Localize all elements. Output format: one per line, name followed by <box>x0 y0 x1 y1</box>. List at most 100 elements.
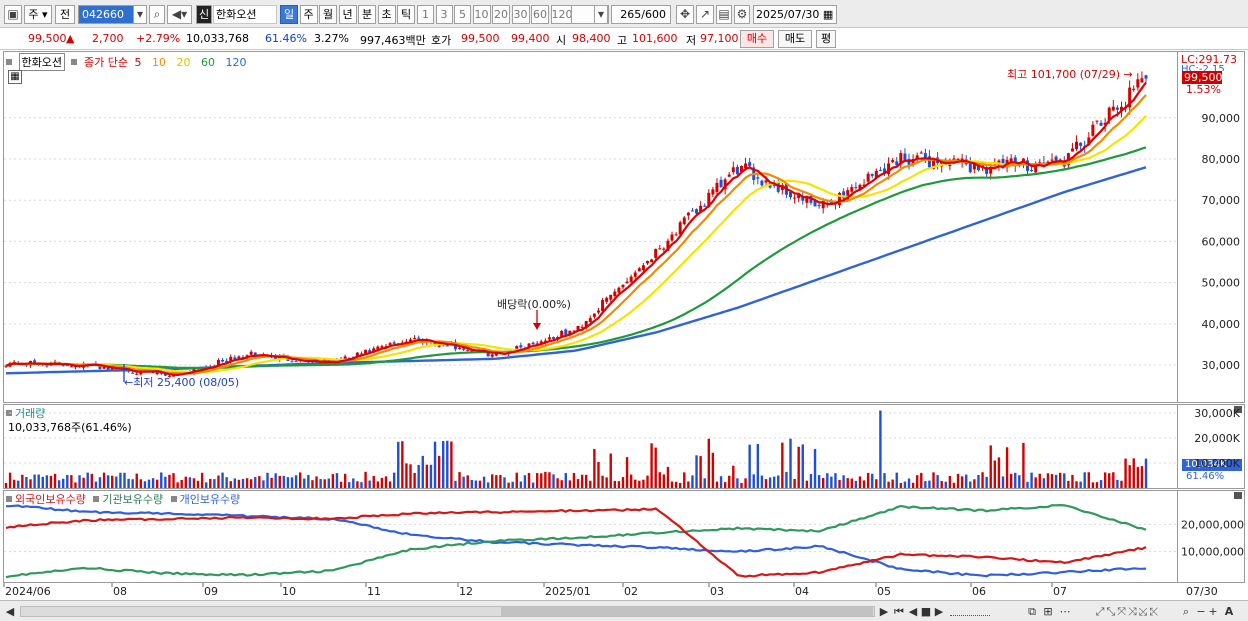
gear-icon[interactable]: ⚙ <box>734 5 750 24</box>
prev-button[interactable]: 전 <box>55 5 75 24</box>
volume-bar <box>748 444 751 488</box>
multiplier-tab[interactable]: 5 <box>454 5 471 24</box>
period-tab[interactable]: 틱 <box>397 5 415 24</box>
multiplier-tab[interactable]: 20 <box>492 5 510 24</box>
volume-bar <box>12 479 16 488</box>
save-icon[interactable]: ▤ <box>716 5 732 24</box>
arrange-icon[interactable]: ⋯ <box>1058 604 1072 619</box>
multiplier-tab[interactable]: 3 <box>435 5 453 24</box>
volume-bar <box>1018 475 1021 488</box>
compare-icon[interactable]: ⊞ <box>1041 604 1055 619</box>
volume-bar <box>658 472 661 488</box>
tool-icon[interactable]: ✥ <box>676 5 694 24</box>
zoom-out-icon[interactable]: − <box>1196 604 1206 619</box>
price-chart[interactable]: 30,000 40,000 50,000 60,000 70,000 80,000 90,0… <box>4 52 1244 402</box>
candle-body <box>1091 124 1095 136</box>
volume-bar <box>523 475 527 488</box>
horizontal-scrollbar[interactable] <box>20 606 875 617</box>
rewind-icon[interactable]: ⏮ <box>892 604 906 619</box>
multiplier-tab[interactable]: 30 <box>511 5 530 24</box>
up-arrow-icon: ▲ <box>66 32 75 45</box>
x-axis: 2024/06 08 09 10 11 12 2025/01 02 03 04 05 06 07 07/3… <box>3 583 1218 598</box>
volume-bar <box>764 479 768 488</box>
multiplier-tab[interactable]: 10 <box>472 5 491 24</box>
volume-bar <box>932 472 935 488</box>
low-arrow-icon: ← <box>124 376 134 389</box>
volume-bar <box>817 474 821 488</box>
sell-button[interactable]: 매도 <box>778 30 812 48</box>
volume-bar <box>650 443 653 488</box>
market-select[interactable]: 주 ▾ <box>24 5 52 24</box>
step-back-icon[interactable]: ◀ <box>907 604 919 619</box>
volume-bar <box>376 481 380 488</box>
volume-chart[interactable]: 10,000K 20,000K 30,000K <box>4 405 1244 489</box>
zoom-icon[interactable]: ⌕ <box>1180 604 1192 619</box>
stock-code-input[interactable]: 042660 <box>78 5 136 24</box>
multiplier-tab[interactable]: 60 <box>531 5 549 24</box>
volume-bar <box>1087 472 1090 488</box>
volume-bar <box>278 475 281 488</box>
volume-bar <box>826 473 829 488</box>
volume-bar <box>478 480 482 488</box>
candle-body <box>596 310 600 313</box>
volume-bar <box>560 480 563 488</box>
candle-body <box>519 345 523 348</box>
speaker-icon[interactable]: ◀▾ <box>167 5 192 24</box>
drawing-tools[interactable]: ⤢⤡⤧⤨⤩⤪ <box>1078 604 1178 619</box>
volume-bar <box>176 482 179 488</box>
candle-body <box>343 356 347 360</box>
volume-bar <box>266 472 269 488</box>
volume-bar <box>564 473 567 488</box>
volume-bar <box>981 472 984 488</box>
candle-body <box>290 361 294 363</box>
scroll-left-icon[interactable]: ◀ <box>3 604 17 619</box>
code-dropdown-icon[interactable]: ▾ <box>133 5 147 24</box>
period-tab[interactable]: 일 <box>280 5 298 24</box>
price-tick-label: 80,000 <box>1202 153 1241 166</box>
candle-body <box>458 348 462 350</box>
search-icon[interactable]: ⌕ <box>149 5 165 24</box>
volume-bar <box>625 457 629 488</box>
multiplier-tab[interactable]: 120 <box>550 5 572 24</box>
volume-bar <box>1120 480 1123 488</box>
period-tab[interactable]: 분 <box>358 5 376 24</box>
speed-slider[interactable] <box>950 607 990 616</box>
period-tab[interactable]: 초 <box>377 5 396 24</box>
multiplier-tab[interactable]: 1 <box>417 5 434 24</box>
period-tab[interactable]: 주 <box>299 5 318 24</box>
open-label: 시 <box>556 34 567 47</box>
volume-bar <box>993 460 997 488</box>
stop-icon[interactable]: ■ <box>920 604 932 619</box>
font-size-icon[interactable]: A <box>1222 604 1236 619</box>
calendar-icon[interactable]: ▦ <box>823 8 833 21</box>
date-input[interactable]: 2025/07/30 ▦ <box>753 5 837 24</box>
zoom-in-icon[interactable]: + <box>1208 604 1218 619</box>
layout-icon[interactable]: ⧉ <box>1025 604 1039 619</box>
volume-bar <box>249 479 253 488</box>
volume-bar <box>352 478 355 488</box>
count-input[interactable]: 265/600 <box>611 5 671 24</box>
volume-bar <box>977 474 980 488</box>
volume-bar <box>801 444 804 488</box>
buy-button[interactable]: 매수 <box>740 30 774 48</box>
play-icon[interactable]: ▶ <box>878 604 890 619</box>
period-tab[interactable]: 월 <box>319 5 337 24</box>
period-tab[interactable]: 년 <box>338 5 357 24</box>
sin-badge[interactable]: 신 <box>196 5 212 24</box>
eval-button[interactable]: 평 <box>816 30 836 48</box>
volume-bar <box>139 479 143 488</box>
step-forward-icon[interactable]: ▶ <box>933 604 945 619</box>
scrollbar-thumb[interactable] <box>501 607 873 616</box>
volume-bar <box>662 474 666 488</box>
custom-dropdown-icon[interactable]: ▾ <box>594 5 608 24</box>
volume-bar <box>1103 472 1107 488</box>
volume-bar <box>450 441 453 488</box>
holdings-chart[interactable]: 10,000,000 20,000,000 <box>4 491 1244 583</box>
volume-bar <box>294 475 298 488</box>
window-menu-icon[interactable]: ▣ <box>4 5 22 24</box>
high-price: 101,600 <box>632 32 678 45</box>
candle-body <box>1132 88 1136 90</box>
draw-icon[interactable]: ↗ <box>696 5 714 24</box>
candle-body <box>674 234 678 236</box>
volume-bar <box>723 482 727 488</box>
